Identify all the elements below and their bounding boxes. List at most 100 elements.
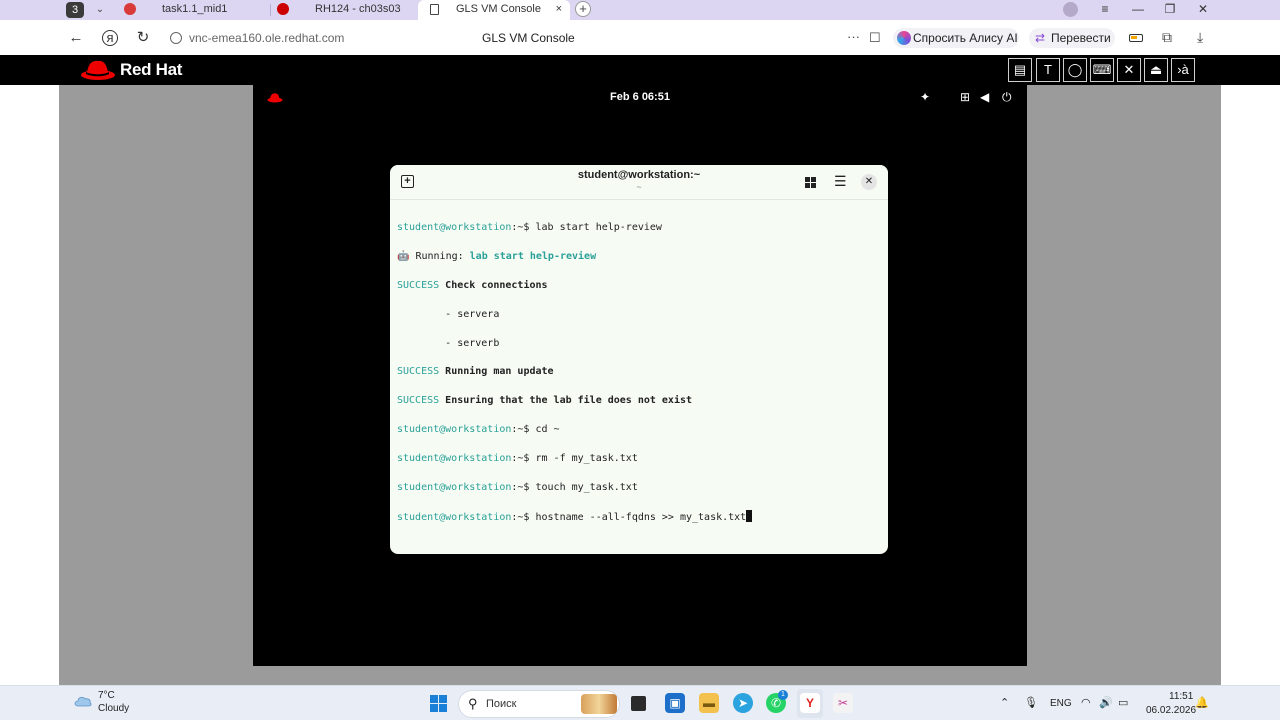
- battery-saver-icon[interactable]: [1129, 34, 1143, 42]
- tab-task1-mid1[interactable]: task1.1_mid1: [124, 0, 269, 20]
- show-hidden-icons-chevron[interactable]: ⌃: [1000, 696, 1009, 709]
- tab-label: RH124 - ch03s03: [315, 3, 401, 15]
- yandex-logo-icon[interactable]: я: [102, 30, 118, 46]
- alice-icon: [897, 31, 911, 45]
- page-favicon-icon: [430, 4, 439, 15]
- command-text: rm -f my_task.txt: [535, 452, 638, 464]
- running-prefix: 🤖 Running:: [397, 251, 470, 263]
- success-message: Ensuring that the lab file does not exis…: [439, 395, 693, 407]
- browser-menu-icon[interactable]: ≡: [1090, 0, 1120, 20]
- prompt-path: :~$: [511, 481, 536, 493]
- tab-rh124[interactable]: RH124 - ch03s03: [277, 0, 417, 20]
- new-tab-button[interactable]: +: [575, 1, 591, 17]
- language-tool-button[interactable]: ›à: [1171, 58, 1195, 82]
- terminal-output[interactable]: student@workstation:~$ lab start help-re…: [397, 207, 753, 554]
- clipboard-tool-button[interactable]: ▤: [1008, 58, 1032, 82]
- terminal-line: SUCCESS Running man update: [397, 365, 752, 379]
- disconnect-tool-button[interactable]: ✕: [1117, 58, 1141, 82]
- cloud-icon[interactable]: [73, 694, 93, 707]
- reload-icon[interactable]: ↻: [134, 29, 152, 47]
- power-tool-button[interactable]: ◯: [1063, 58, 1087, 82]
- taskbar-search[interactable]: ⚲ Поиск: [458, 690, 620, 718]
- text-cursor: [746, 509, 753, 522]
- store-icon[interactable]: ▣: [665, 693, 685, 713]
- search-icon: ⚲: [468, 696, 478, 711]
- prompt-path: :~$: [511, 511, 536, 523]
- tab-favicon-icon: [277, 3, 289, 15]
- yandex-browser-icon[interactable]: Y: [800, 693, 820, 713]
- hamburger-menu-icon[interactable]: ☰: [834, 174, 847, 188]
- prompt-user: student@workstation: [397, 424, 512, 436]
- notification-bell-icon[interactable]: 🔔: [1195, 696, 1209, 709]
- prompt-user: student@workstation: [397, 222, 512, 234]
- success-message: Check connections: [439, 280, 548, 292]
- prompt-user: student@workstation: [397, 481, 512, 493]
- wifi-icon[interactable]: ◠: [1081, 696, 1091, 709]
- weather-description[interactable]: Cloudy: [98, 703, 129, 714]
- server-item: - serverb: [397, 337, 500, 349]
- running-command: lab start help-review: [469, 251, 597, 263]
- search-placeholder: Поиск: [486, 698, 517, 710]
- ask-alice-label: Спросить Алису AI: [913, 31, 1018, 45]
- download-icon[interactable]: ⤓: [1197, 29, 1203, 46]
- battery-icon[interactable]: ▭: [1118, 696, 1128, 709]
- ask-alice-button[interactable]: Спросить Алису AI: [893, 28, 1019, 48]
- volume-icon[interactable]: 🔊: [1099, 696, 1113, 709]
- bookmark-icon[interactable]: ☐: [869, 30, 881, 46]
- terminal-window[interactable]: + student@workstation:~ ~ ☰ ✕ student@wo…: [390, 165, 888, 554]
- file-explorer-icon[interactable]: ▬: [699, 693, 719, 713]
- eject-tool-button[interactable]: ⏏: [1144, 58, 1168, 82]
- terminal-line: SUCCESS Ensuring that the lab file does …: [397, 394, 752, 408]
- tab-favicon-icon: [124, 3, 136, 15]
- tab-separator: [270, 4, 271, 16]
- keyboard-tool-button[interactable]: ⌨: [1090, 58, 1114, 82]
- restore-button[interactable]: ❐: [1155, 0, 1185, 20]
- microphone-icon[interactable]: 🎙: [1024, 696, 1038, 709]
- server-item: - servera: [397, 308, 500, 320]
- taskbar-date[interactable]: 06.02.2026: [1146, 705, 1196, 716]
- url-input[interactable]: vnc-emea160.ole.redhat.com: [189, 31, 344, 45]
- redhat-header: Red Hat ▤ T ◯ ⌨ ✕ ⏏ ›à: [0, 55, 1280, 85]
- snipping-tool-icon[interactable]: ✂: [833, 693, 853, 713]
- taskbar-time[interactable]: 11:51: [1169, 691, 1193, 702]
- more-options-icon[interactable]: ···: [847, 29, 860, 44]
- site-info-icon[interactable]: [170, 32, 182, 44]
- network-icon[interactable]: ⊞: [960, 90, 970, 104]
- terminal-header: + student@workstation:~ ~ ☰ ✕: [390, 165, 888, 200]
- tab-label: GLS VM Console: [456, 3, 541, 15]
- minimize-button[interactable]: —: [1123, 0, 1153, 20]
- tab-overview-icon[interactable]: [805, 177, 816, 188]
- extensions-icon[interactable]: ⧉: [1162, 29, 1172, 46]
- prompt-path: :~$: [511, 452, 536, 464]
- search-highlight-image: [581, 694, 617, 714]
- telegram-icon[interactable]: ➤: [733, 693, 753, 713]
- profile-avatar[interactable]: [1063, 2, 1078, 17]
- gnome-clock[interactable]: Feb 6 06:51: [253, 91, 1027, 103]
- weather-temperature[interactable]: 7°C: [98, 690, 115, 701]
- redhat-hat-icon: [81, 60, 115, 80]
- back-arrow-icon[interactable]: ←: [67, 29, 85, 47]
- translate-button[interactable]: ⇄ Перевести: [1029, 28, 1115, 48]
- tab-gls-vm-console[interactable]: GLS VM Console ×: [418, 0, 570, 20]
- accessibility-icon[interactable]: ✦: [920, 90, 930, 104]
- terminal-line: student@workstation:~$ touch my_task.txt: [397, 481, 752, 495]
- windows-start-icon[interactable]: [430, 695, 447, 712]
- terminal-line: - serverb: [397, 337, 752, 351]
- text-tool-button[interactable]: T: [1036, 58, 1060, 82]
- volume-icon[interactable]: ◀: [980, 90, 989, 104]
- terminal-close-icon[interactable]: ✕: [861, 174, 877, 190]
- prompt-user: student@workstation: [397, 452, 512, 464]
- address-bar-row: ← я ↻ vnc-emea160.ole.redhat.com GLS VM …: [0, 20, 1280, 55]
- tab-list-chevron-icon[interactable]: ⌄: [92, 2, 108, 18]
- task-view-icon[interactable]: [631, 696, 646, 711]
- close-window-button[interactable]: ✕: [1188, 0, 1218, 20]
- prompt-path: :~$: [511, 222, 536, 234]
- browser-tab-strip: 3 ⌄ task1.1_mid1 RH124 - ch03s03 GLS VM …: [0, 0, 1280, 20]
- language-indicator[interactable]: ENG: [1050, 698, 1072, 709]
- success-status: SUCCESS: [397, 280, 440, 292]
- command-input[interactable]: hostname --all-fqdns >> my_task.txt: [535, 512, 746, 523]
- tab-close-icon[interactable]: ×: [556, 0, 562, 18]
- tab-counter-button[interactable]: 3: [66, 2, 84, 18]
- terminal-line: student@workstation:~$ cd ~: [397, 423, 752, 437]
- power-icon[interactable]: ⏻: [1002, 90, 1012, 105]
